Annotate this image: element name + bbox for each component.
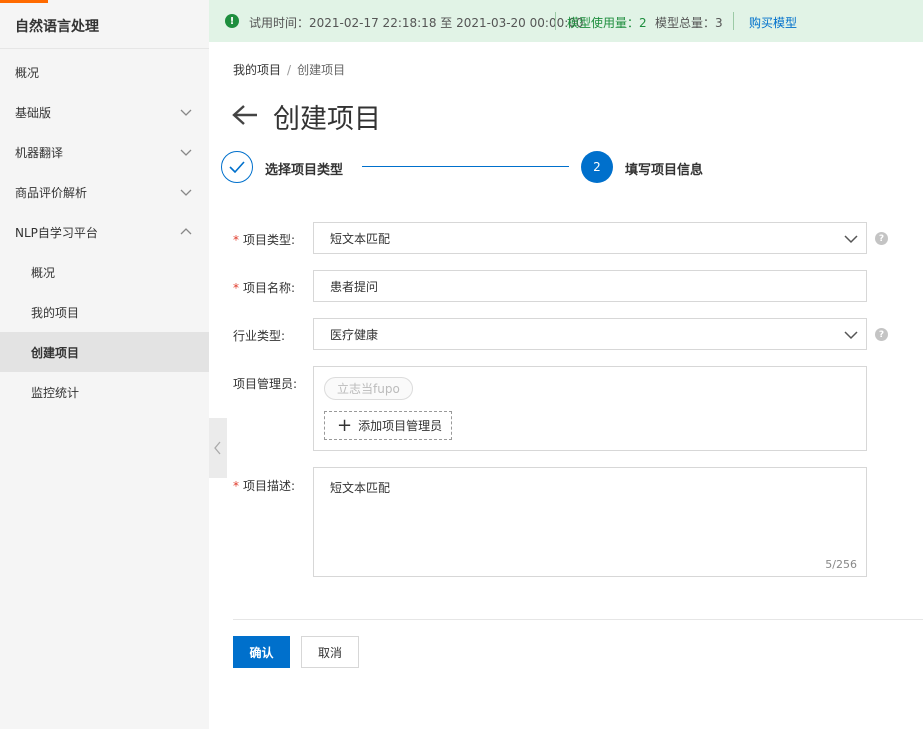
breadcrumb: 我的项目 / 创建项目 <box>233 61 345 78</box>
page-title: 创建项目 <box>273 104 381 135</box>
industry-type-value: 医疗健康 <box>330 327 379 342</box>
step-2-label: 填写项目信息 <box>625 163 704 178</box>
project-type-label: * 项目类型: <box>233 231 295 248</box>
chevron-down-icon <box>180 189 192 196</box>
sidebar-item-basic[interactable]: 基础版 <box>0 92 209 132</box>
sidebar-item-label: 创建项目 <box>31 345 80 360</box>
plus-icon: + <box>337 414 353 436</box>
sidebar-collapse-handle[interactable] <box>209 418 227 478</box>
sidebar-item-review-analysis[interactable]: 商品评价解析 <box>0 172 209 212</box>
project-desc-value: 短文本匹配 <box>330 481 391 495</box>
sidebar-item-label: 基础版 <box>15 105 52 120</box>
sidebar: 自然语言处理 概况 基础版 机器翻译 商品评价解析 NLP自学习平台 概况 我的… <box>0 0 209 729</box>
admin-tag: 立志当fupo <box>324 377 413 400</box>
cancel-button[interactable]: 取消 <box>301 636 359 668</box>
sidebar-subitem-my-projects[interactable]: 我的项目 <box>0 292 209 332</box>
buy-model-link[interactable]: 购买模型 <box>749 14 797 31</box>
project-name-input[interactable]: 患者提问 <box>313 270 867 302</box>
banner-separator <box>733 12 734 30</box>
industry-type-label: 行业类型: <box>233 329 286 343</box>
project-admin-label: 项目管理员: <box>233 377 298 391</box>
project-name-label-text: 项目名称: <box>243 281 296 295</box>
project-desc-label-text: 项目描述: <box>243 479 296 493</box>
help-icon[interactable]: ? <box>875 328 888 341</box>
project-type-select[interactable]: 短文本匹配 <box>313 222 867 254</box>
sidebar-item-label: 概况 <box>31 265 56 280</box>
project-admin-box: 立志当fupo + 添加项目管理员 <box>313 366 867 451</box>
sidebar-item-machine-translation[interactable]: 机器翻译 <box>0 132 209 172</box>
sidebar-subitem-create-project[interactable]: 创建项目 <box>0 332 209 372</box>
breadcrumb-parent[interactable]: 我的项目 <box>233 63 281 77</box>
add-admin-label: 添加项目管理员 <box>358 419 443 433</box>
sidebar-subitem-overview[interactable]: 概况 <box>0 252 209 292</box>
trial-banner: ! 试用时间： 2021-02-17 22:18:18 至 2021-03-20… <box>209 0 923 42</box>
sidebar-item-label: NLP自学习平台 <box>15 225 98 240</box>
project-desc-textarea[interactable]: 短文本匹配 5/256 <box>313 467 867 577</box>
step-1-label: 选择项目类型 <box>265 163 344 178</box>
chevron-left-icon <box>214 441 221 455</box>
project-type-label-text: 项目类型: <box>243 233 296 247</box>
help-icon[interactable]: ? <box>875 232 888 245</box>
model-total: 模型总量：3 <box>655 16 723 30</box>
exclamation-icon: ! <box>225 14 239 28</box>
brand-accent-bar <box>0 0 48 3</box>
sidebar-item-label: 机器翻译 <box>15 145 64 160</box>
required-mark: * <box>233 233 239 247</box>
required-mark: * <box>233 281 239 295</box>
project-name-label: * 项目名称: <box>233 279 295 296</box>
chevron-down-icon <box>844 331 858 340</box>
sidebar-item-label: 商品评价解析 <box>15 185 88 200</box>
project-desc-label: * 项目描述: <box>233 477 295 494</box>
sidebar-divider <box>0 48 209 49</box>
project-type-value: 短文本匹配 <box>330 231 391 246</box>
industry-type-select[interactable]: 医疗健康 <box>313 318 867 350</box>
step-1-indicator <box>221 151 253 183</box>
trial-label: 试用时间： <box>249 16 310 30</box>
sidebar-item-nlp-platform[interactable]: NLP自学习平台 <box>0 212 209 252</box>
breadcrumb-current: 创建项目 <box>297 63 346 77</box>
chevron-down-icon <box>180 109 192 116</box>
step-2-indicator: 2 <box>581 151 613 183</box>
confirm-button[interactable]: 确认 <box>233 636 290 668</box>
banner-separator <box>555 12 556 30</box>
trial-range: 2021-02-17 22:18:18 至 2021-03-20 00:00:0… <box>309 16 584 30</box>
sidebar-item-overview[interactable]: 概况 <box>0 52 209 92</box>
required-mark: * <box>233 479 239 493</box>
form-divider <box>233 619 923 620</box>
sidebar-item-label: 概况 <box>15 65 40 80</box>
chevron-up-icon <box>180 228 192 235</box>
check-icon <box>229 161 245 173</box>
sidebar-item-label: 监控统计 <box>31 385 80 400</box>
project-name-value: 患者提问 <box>330 279 379 294</box>
chevron-down-icon <box>844 235 858 244</box>
model-usage: 模型使用量：2 <box>567 16 647 30</box>
add-admin-button[interactable]: + 添加项目管理员 <box>324 411 452 440</box>
chevron-down-icon <box>180 149 192 156</box>
sidebar-item-label: 我的项目 <box>31 305 80 320</box>
breadcrumb-separator: / <box>287 63 292 77</box>
step-connector <box>362 166 569 167</box>
sidebar-title: 自然语言处理 <box>15 19 99 35</box>
sidebar-subitem-monitoring[interactable]: 监控统计 <box>0 372 209 412</box>
char-counter: 5/256 <box>825 558 857 571</box>
back-arrow-icon[interactable] <box>232 104 258 126</box>
